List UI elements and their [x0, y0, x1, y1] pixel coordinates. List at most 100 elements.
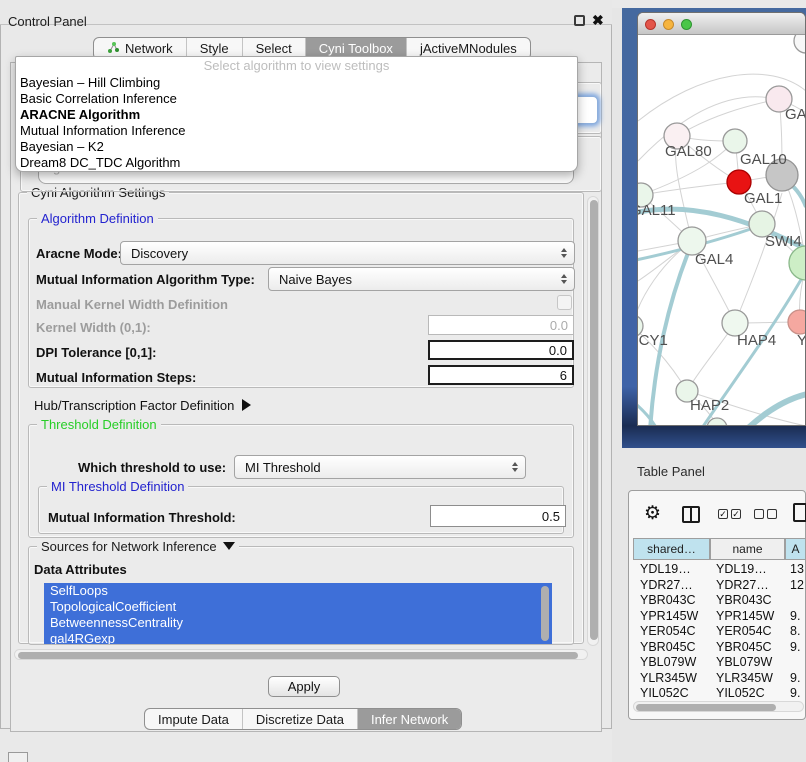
table-row[interactable]: YDL19…YDL19…13 — [633, 562, 806, 578]
table-row[interactable]: YBR043CYBR043C — [633, 593, 806, 609]
mi-steps-field[interactable]: 6 — [428, 365, 574, 385]
network-edge[interactable] — [641, 182, 739, 195]
hub-definition-toggle[interactable]: Hub/Transcription Factor Definition — [34, 398, 251, 413]
columns-icon[interactable] — [682, 506, 700, 523]
network-edge[interactable] — [677, 99, 779, 136]
kernel-width-field[interactable]: 0.0 — [428, 315, 574, 335]
close-icon[interactable]: ✖ — [592, 12, 604, 29]
algorithm-option[interactable]: Dream8 DC_TDC Algorithm — [16, 155, 577, 171]
attribute-list-item[interactable]: SelfLoops — [44, 583, 552, 599]
which-threshold-combobox[interactable]: MI Threshold — [234, 455, 526, 479]
control-panel-titlebar[interactable] — [0, 0, 612, 25]
attribute-list-item[interactable]: gal4RGexp — [44, 631, 552, 644]
table-row[interactable]: YBR045CYBR045C9. — [633, 640, 806, 656]
table-cell: 8. — [790, 624, 800, 638]
combo-arrows-icon — [561, 248, 567, 258]
table-cell: YBL079W — [716, 655, 772, 669]
network-tab-icon — [107, 41, 120, 57]
tab-label: Select — [256, 41, 292, 56]
expand-arrow-icon[interactable] — [223, 542, 235, 550]
table-cell: 9. — [790, 686, 800, 700]
tab-discretize-data[interactable]: Discretize Data — [243, 709, 358, 729]
float-icon[interactable] — [574, 15, 585, 26]
network-node-label: GAL11 — [638, 202, 676, 219]
network-node[interactable] — [794, 35, 806, 53]
network-view-window[interactable]: GALGAL80GAL10GAL1GAL11SWI4GAL4GCY1HAP4YH… — [637, 12, 806, 426]
settings-vscrollbar[interactable] — [587, 196, 599, 646]
network-node-label: SWI4 — [765, 233, 802, 250]
traffic-light-zoom-icon[interactable] — [681, 19, 692, 30]
network-graph[interactable]: GALGAL80GAL10GAL1GAL11SWI4GAL4GCY1HAP4YH… — [638, 35, 806, 426]
attribute-list-item[interactable]: BetweennessCentrality — [44, 615, 552, 631]
table-cell: YPR145W — [716, 609, 774, 623]
table-cell: YBL079W — [640, 655, 696, 669]
network-node[interactable] — [788, 310, 806, 334]
table-column-header[interactable]: name — [710, 538, 785, 560]
tab-infer-network[interactable]: Infer Network — [358, 709, 461, 729]
aracne-mode-label: Aracne Mode: — [36, 246, 122, 261]
collapsed-panel-icon[interactable] — [8, 752, 28, 762]
network-node[interactable] — [723, 129, 747, 153]
table-column-header[interactable]: shared… — [633, 538, 710, 560]
combo-arrows-icon — [512, 462, 518, 472]
table-row[interactable]: YIL052CYIL052C9. — [633, 686, 806, 702]
table-cell: YBR043C — [640, 593, 696, 607]
algorithm-option[interactable]: Basic Correlation Inference — [16, 91, 577, 107]
network-node-label: GAL — [785, 106, 806, 123]
table-row[interactable]: YDR27…YDR27…12 — [633, 578, 806, 594]
network-node-label: GAL4 — [695, 251, 733, 268]
dpi-tolerance-field[interactable]: 0.0 — [428, 340, 574, 360]
table-cell: YIL052C — [640, 686, 689, 700]
traffic-light-close-icon[interactable] — [645, 19, 656, 30]
table-hscrollbar[interactable] — [633, 701, 804, 712]
algorithm-option[interactable]: Mutual Information Inference — [16, 123, 577, 139]
traffic-light-minimize-icon[interactable] — [663, 19, 674, 30]
network-node-label: GCY1 — [638, 332, 668, 349]
collapse-arrow-icon[interactable] — [242, 399, 251, 411]
table-row[interactable]: YLR345WYLR345W9. — [633, 671, 806, 687]
table-cell: YLR345W — [640, 671, 697, 685]
settings-hscrollbar[interactable] — [14, 649, 588, 660]
manual-kernel-checkbox[interactable] — [557, 295, 572, 310]
algorithm-dropdown-placeholder: Select algorithm to view settings — [16, 57, 577, 75]
tab-impute-data[interactable]: Impute Data — [145, 709, 243, 729]
table-cell: YDR27… — [716, 578, 769, 592]
gear-icon[interactable]: ⚙ — [644, 502, 661, 525]
data-attributes-list[interactable]: SelfLoopsTopologicalCoefficientBetweenne… — [44, 583, 552, 644]
network-node[interactable] — [707, 418, 727, 426]
attributes-list-scrollbar[interactable] — [541, 586, 549, 641]
mi-type-combobox[interactable]: Naive Bayes — [268, 267, 575, 291]
table-row[interactable]: YBL079W YBL079W — [633, 655, 806, 671]
network-node-label: GAL10 — [740, 151, 787, 168]
table-cell: YDL19… — [716, 562, 767, 576]
table-column-header[interactable]: A — [785, 538, 806, 560]
combo-arrows-icon — [561, 274, 567, 284]
sources-title[interactable]: Sources for Network Inference — [37, 539, 239, 554]
table-row[interactable]: YPR145WYPR145W9. — [633, 609, 806, 625]
table-row[interactable]: YER054CYER054C8. — [633, 624, 806, 640]
attribute-list-item[interactable]: TopologicalCoefficient — [44, 599, 552, 615]
network-window-titlebar[interactable] — [638, 13, 805, 35]
deselect-all-columns-icon[interactable] — [754, 509, 777, 519]
algorithm-option[interactable]: ARACNE Algorithm — [16, 107, 577, 123]
network-node-label: HAP4 — [737, 332, 776, 349]
data-attributes-label: Data Attributes — [34, 562, 127, 577]
network-edge[interactable] — [745, 393, 806, 426]
network-node[interactable] — [789, 246, 806, 280]
algorithm-option[interactable]: Bayesian – Hill Climbing — [16, 75, 577, 91]
aracne-mode-combobox[interactable]: Discovery — [120, 241, 575, 265]
table-cell: YPR145W — [640, 609, 698, 623]
network-edge[interactable] — [638, 393, 658, 426]
table-cell: YLR345W — [716, 671, 773, 685]
table-cell: YER054C — [716, 624, 772, 638]
threshold-definition-title: Threshold Definition — [37, 417, 161, 432]
select-all-columns-icon[interactable]: ✓✓ — [718, 509, 741, 519]
new-table-icon[interactable] — [793, 503, 806, 522]
table-cell: 12 — [790, 578, 804, 592]
algorithm-option[interactable]: Bayesian – K2 — [16, 139, 577, 155]
network-canvas[interactable]: GALGAL80GAL10GAL1GAL11SWI4GAL4GCY1HAP4YH… — [638, 35, 806, 426]
mi-threshold-field[interactable]: 0.5 — [430, 505, 566, 527]
mi-type-label: Mutual Information Algorithm Type: — [36, 272, 255, 287]
table-cell: YBR045C — [640, 640, 696, 654]
apply-button[interactable]: Apply — [268, 676, 340, 697]
